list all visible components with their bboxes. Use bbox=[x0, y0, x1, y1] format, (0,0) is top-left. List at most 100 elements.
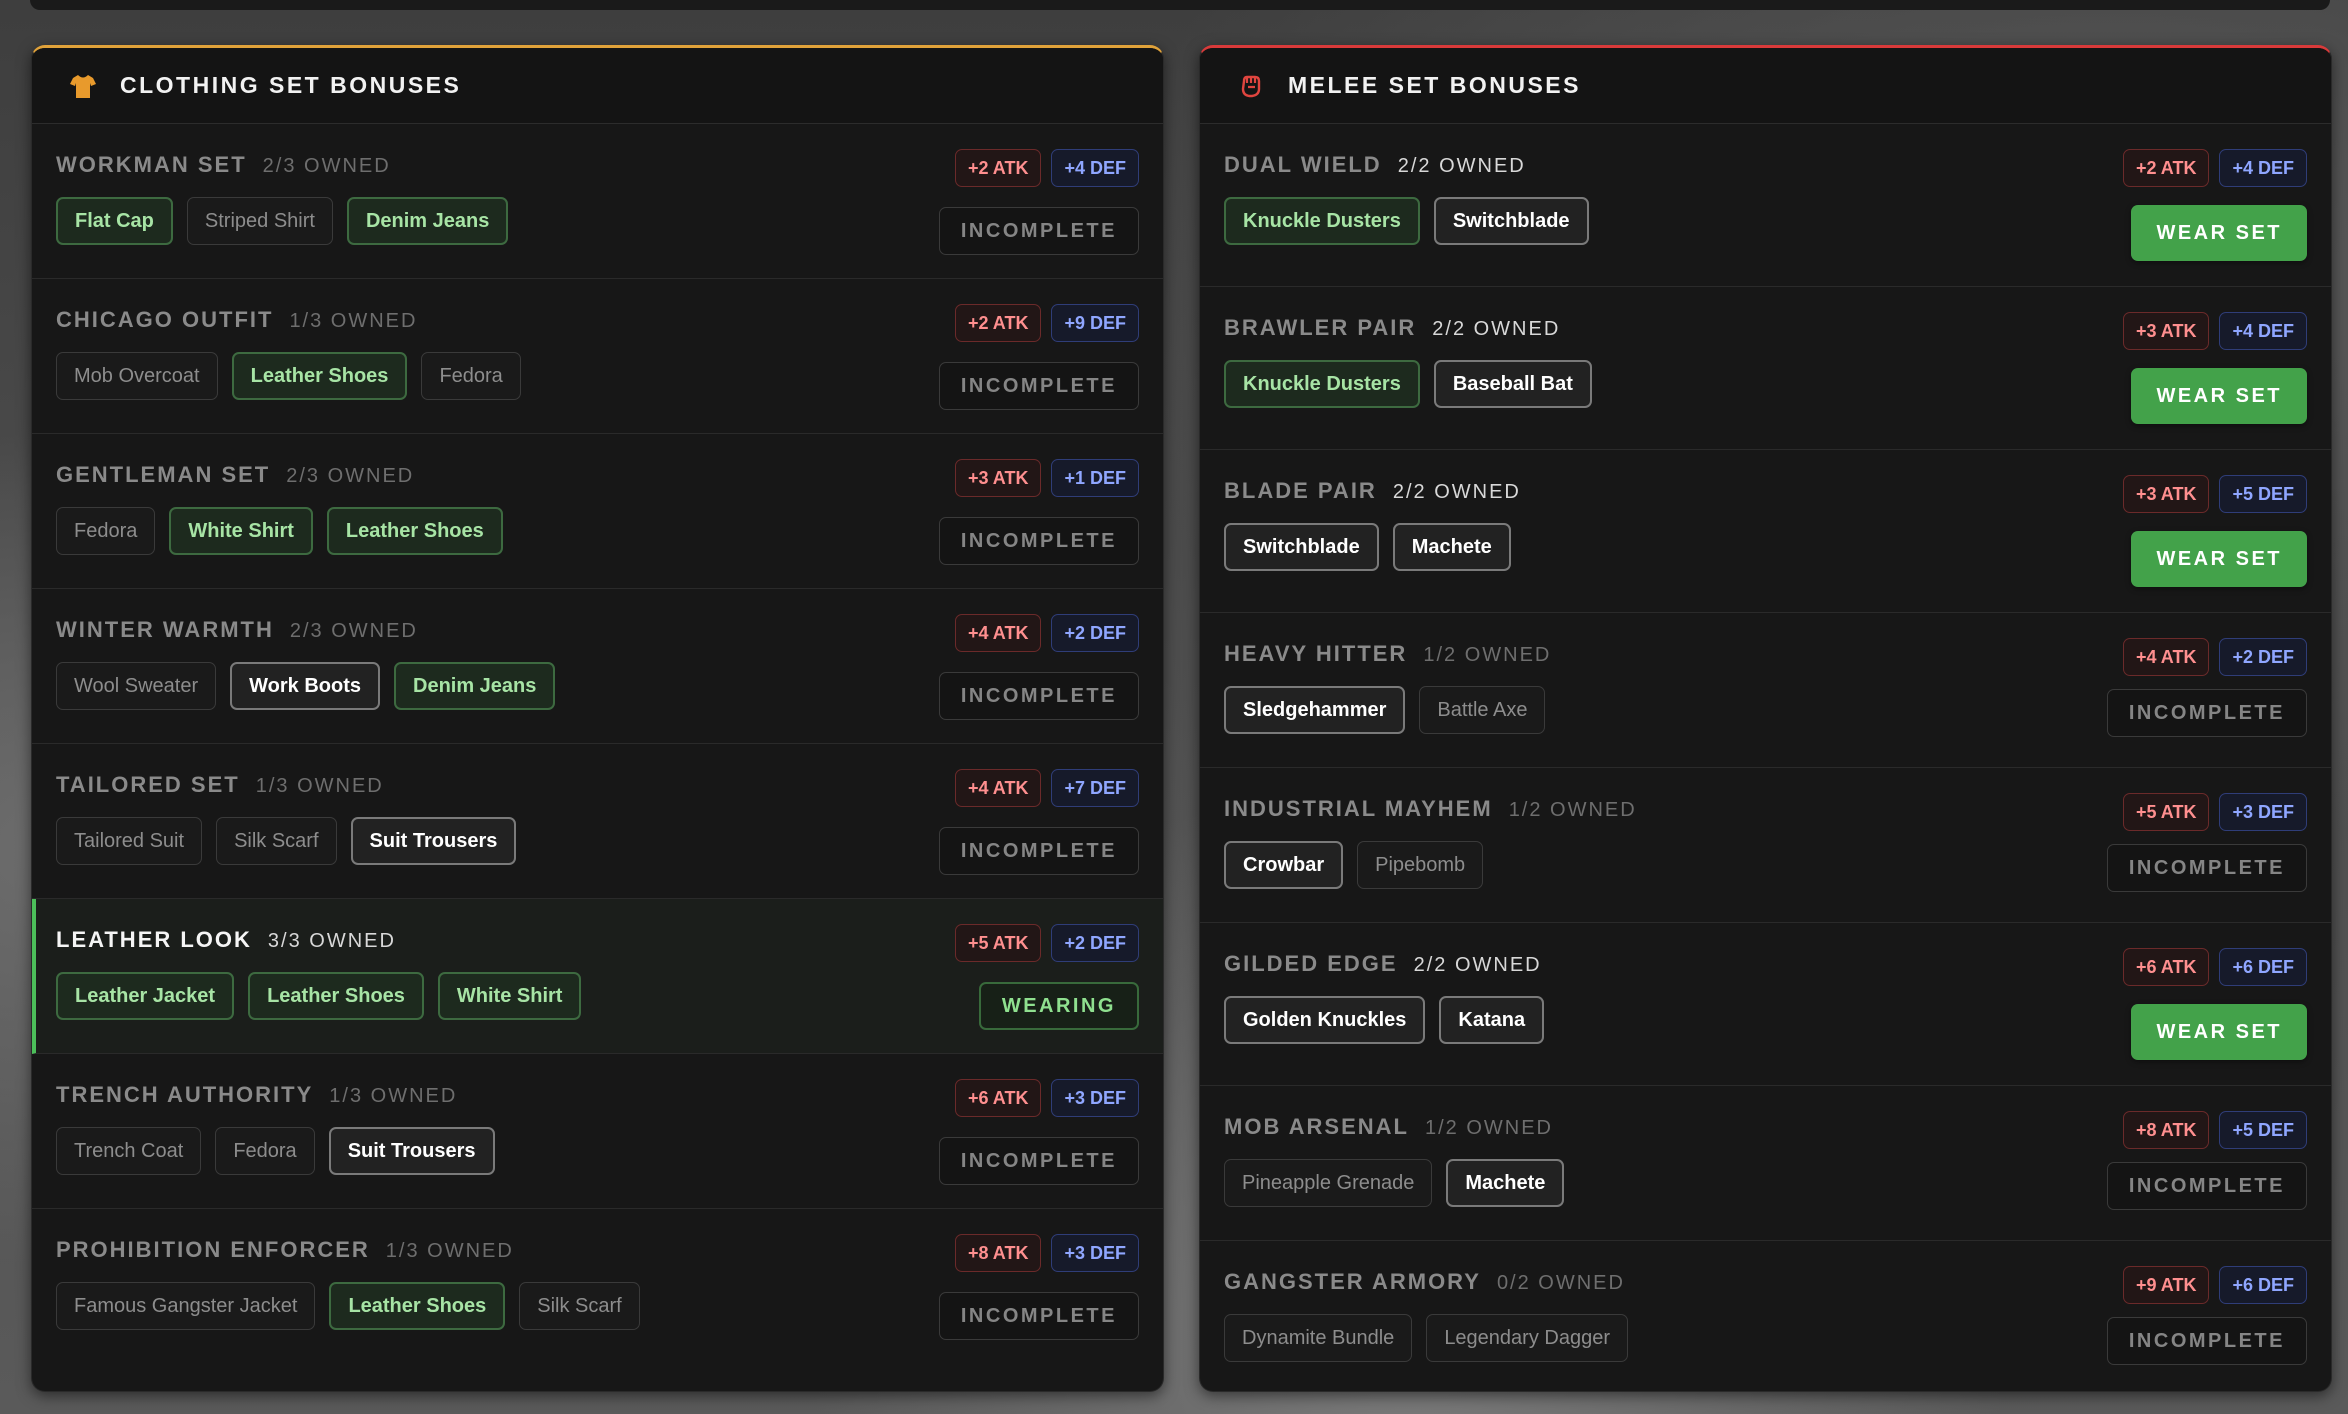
atk-badge: +4 ATK bbox=[2122, 638, 2210, 676]
atk-badge: +6 ATK bbox=[954, 1079, 1042, 1117]
item-chip[interactable]: Work Boots bbox=[230, 662, 380, 710]
item-chip[interactable]: Crowbar bbox=[1224, 841, 1344, 889]
item-chip[interactable]: Machete bbox=[1392, 523, 1511, 571]
item-chip[interactable]: White Shirt bbox=[169, 507, 313, 555]
def-badge: +1 DEF bbox=[1051, 459, 1139, 497]
melee-panel-title: MELEE SET BONUSES bbox=[1288, 72, 1581, 98]
item-chip[interactable]: Leather Jacket bbox=[56, 972, 235, 1020]
set-row-heavy-hitter: HEAVY HITTER 1/2 OWNED Sledgehammer Batt… bbox=[1200, 613, 2331, 768]
def-badge: +3 DEF bbox=[1051, 1079, 1139, 1117]
wear-set-button[interactable]: WEAR SET bbox=[2131, 205, 2307, 261]
item-chip[interactable]: Baseball Bat bbox=[1433, 360, 1592, 408]
atk-badge: +5 ATK bbox=[954, 924, 1042, 962]
wear-set-button[interactable]: WEAR SET bbox=[2131, 531, 2307, 587]
item-chip[interactable]: Denim Jeans bbox=[394, 662, 556, 710]
owned-count: 1/2 OWNED bbox=[1424, 1117, 1553, 1139]
item-chip[interactable]: Knuckle Dusters bbox=[1224, 197, 1420, 245]
item-chip: Fedora bbox=[421, 352, 521, 400]
top-bar bbox=[30, 0, 2330, 10]
set-name: PROHIBITION ENFORCER bbox=[56, 1237, 370, 1262]
atk-badge: +9 ATK bbox=[2122, 1266, 2210, 1304]
owned-count: 1/3 OWNED bbox=[255, 775, 384, 797]
atk-badge: +4 ATK bbox=[954, 769, 1042, 807]
owned-count: 0/2 OWNED bbox=[1496, 1272, 1625, 1294]
atk-badge: +2 ATK bbox=[2122, 149, 2210, 187]
set-row-gangster-armory: GANGSTER ARMORY 0/2 OWNED Dynamite Bundl… bbox=[1200, 1241, 2331, 1391]
set-name: GENTLEMAN SET bbox=[56, 462, 271, 487]
item-chip: Wool Sweater bbox=[56, 662, 217, 710]
item-chip[interactable]: Leather Shoes bbox=[326, 507, 503, 555]
set-name: CHICAGO OUTFIT bbox=[56, 307, 274, 332]
incomplete-status: INCOMPLETE bbox=[2106, 1317, 2307, 1365]
set-row-industrial-mayhem: INDUSTRIAL MAYHEM 1/2 OWNED Crowbar Pipe… bbox=[1200, 768, 2331, 923]
item-chip[interactable]: Machete bbox=[1446, 1159, 1565, 1207]
def-badge: +4 DEF bbox=[2219, 312, 2307, 350]
set-name: HEAVY HITTER bbox=[1224, 641, 1408, 666]
melee-panel-header: MELEE SET BONUSES bbox=[1200, 48, 2331, 124]
set-row-trench-authority: TRENCH AUTHORITY 1/3 OWNED Trench Coat F… bbox=[32, 1054, 1163, 1209]
item-chip: Tailored Suit bbox=[56, 817, 203, 865]
item-chip[interactable]: Leather Shoes bbox=[329, 1282, 506, 1330]
set-row-leather-look: LEATHER LOOK 3/3 OWNED Leather Jacket Le… bbox=[32, 899, 1163, 1054]
atk-badge: +2 ATK bbox=[954, 304, 1042, 342]
atk-badge: +2 ATK bbox=[954, 149, 1042, 187]
set-row-mob-arsenal: MOB ARSENAL 1/2 OWNED Pineapple Grenade … bbox=[1200, 1086, 2331, 1241]
def-badge: +6 DEF bbox=[2219, 1266, 2307, 1304]
def-badge: +3 DEF bbox=[2219, 793, 2307, 831]
melee-set-panel: MELEE SET BONUSES DUAL WIELD 2/2 OWNED K… bbox=[1199, 45, 2332, 1392]
def-badge: +7 DEF bbox=[1051, 769, 1139, 807]
incomplete-status: INCOMPLETE bbox=[938, 1137, 1139, 1185]
set-name: LEATHER LOOK bbox=[56, 927, 252, 952]
item-chip[interactable]: Flat Cap bbox=[56, 197, 173, 245]
def-badge: +6 DEF bbox=[2219, 948, 2307, 986]
def-badge: +9 DEF bbox=[1051, 304, 1139, 342]
item-chip[interactable]: Switchblade bbox=[1224, 523, 1379, 571]
owned-count: 3/3 OWNED bbox=[267, 930, 396, 952]
item-chip[interactable]: Suit Trousers bbox=[328, 1127, 495, 1175]
owned-count: 1/2 OWNED bbox=[1508, 799, 1637, 821]
item-chip[interactable]: Switchblade bbox=[1433, 197, 1589, 245]
item-chip: Trench Coat bbox=[56, 1127, 202, 1175]
owned-count: 1/3 OWNED bbox=[385, 1240, 514, 1262]
set-name: MOB ARSENAL bbox=[1224, 1114, 1409, 1139]
item-chip[interactable]: Knuckle Dusters bbox=[1224, 360, 1420, 408]
set-name: TRENCH AUTHORITY bbox=[56, 1082, 314, 1107]
item-chip: Striped Shirt bbox=[186, 197, 333, 245]
item-chip[interactable]: Suit Trousers bbox=[350, 817, 517, 865]
wear-set-button[interactable]: WEAR SET bbox=[2131, 368, 2307, 424]
owned-count: 2/3 OWNED bbox=[262, 155, 391, 177]
item-chip: Silk Scarf bbox=[216, 817, 337, 865]
item-chip: Pineapple Grenade bbox=[1224, 1159, 1433, 1207]
atk-badge: +6 ATK bbox=[2122, 948, 2210, 986]
set-name: WINTER WARMTH bbox=[56, 617, 274, 642]
item-chip[interactable]: Leather Shoes bbox=[248, 972, 424, 1020]
item-chip[interactable]: Denim Jeans bbox=[346, 197, 509, 245]
set-row-brawler-pair: BRAWLER PAIR 2/2 OWNED Knuckle Dusters B… bbox=[1200, 287, 2331, 450]
item-chip[interactable]: Golden Knuckles bbox=[1224, 996, 1426, 1044]
set-row-prohibition-enforcer: PROHIBITION ENFORCER 1/3 OWNED Famous Ga… bbox=[32, 1209, 1163, 1364]
item-chip: Mob Overcoat bbox=[56, 352, 218, 400]
set-row-tailored: TAILORED SET 1/3 OWNED Tailored Suit Sil… bbox=[32, 744, 1163, 899]
owned-count: 2/2 OWNED bbox=[1432, 318, 1561, 340]
item-chip: Legendary Dagger bbox=[1426, 1314, 1628, 1362]
atk-badge: +5 ATK bbox=[2122, 793, 2210, 831]
owned-count: 2/3 OWNED bbox=[286, 465, 415, 487]
def-badge: +4 DEF bbox=[1051, 149, 1139, 187]
item-chip[interactable]: Leather Shoes bbox=[231, 352, 408, 400]
incomplete-status: INCOMPLETE bbox=[2106, 1162, 2307, 1210]
item-chip[interactable]: White Shirt bbox=[437, 972, 582, 1020]
owned-count: 1/3 OWNED bbox=[289, 310, 418, 332]
incomplete-status: INCOMPLETE bbox=[2106, 844, 2307, 892]
def-badge: +4 DEF bbox=[2219, 149, 2307, 187]
wear-set-button[interactable]: WEAR SET bbox=[2131, 1004, 2307, 1060]
owned-count: 1/2 OWNED bbox=[1423, 644, 1552, 666]
item-chip: Dynamite Bundle bbox=[1224, 1314, 1413, 1362]
item-chip: Fedora bbox=[215, 1127, 315, 1175]
item-chip[interactable]: Katana bbox=[1439, 996, 1545, 1044]
def-badge: +2 DEF bbox=[2219, 638, 2307, 676]
item-chip: Silk Scarf bbox=[519, 1282, 640, 1330]
set-row-gilded-edge: GILDED EDGE 2/2 OWNED Golden Knuckles Ka… bbox=[1200, 923, 2331, 1086]
item-chip[interactable]: Sledgehammer bbox=[1224, 686, 1406, 734]
clothing-panel-title: CLOTHING SET BONUSES bbox=[120, 72, 462, 98]
incomplete-status: INCOMPLETE bbox=[938, 1292, 1139, 1340]
